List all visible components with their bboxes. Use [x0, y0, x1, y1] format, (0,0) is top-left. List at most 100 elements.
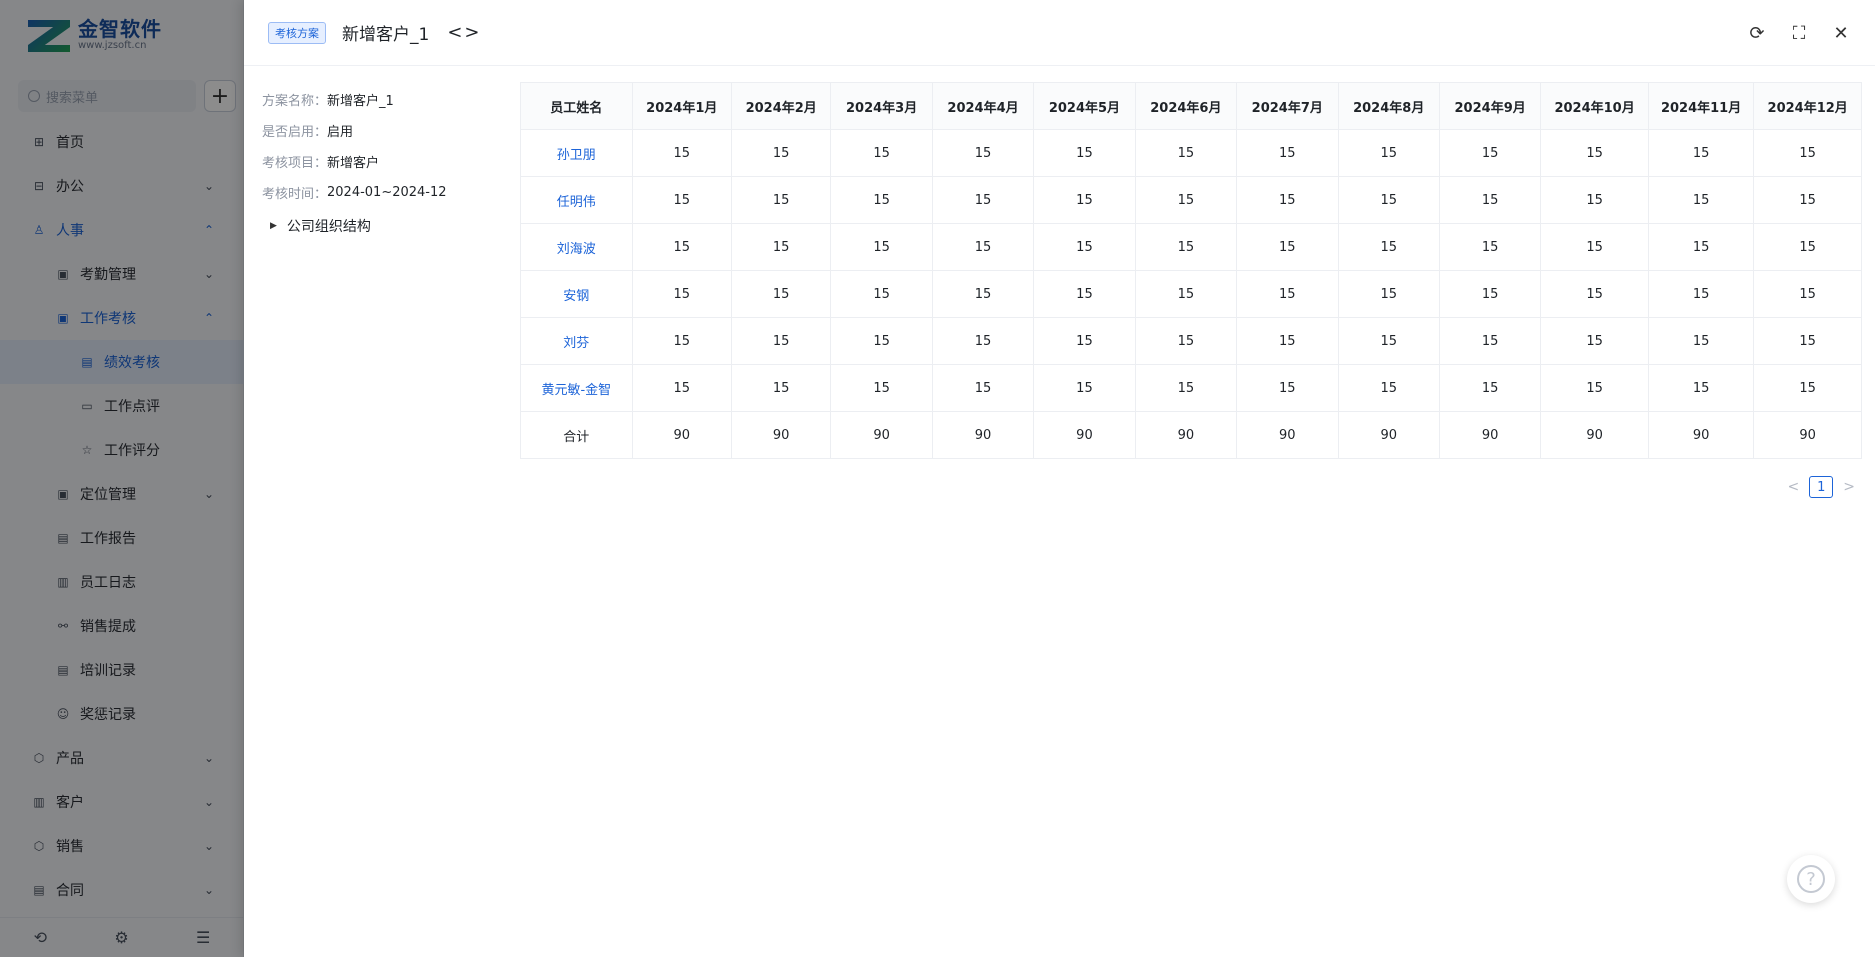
- score-cell: 15: [1337, 364, 1440, 412]
- info-row: 考核项目： 新增客户: [262, 146, 502, 177]
- score-cell: 15: [1540, 176, 1649, 224]
- score-cell: 15: [1438, 317, 1542, 365]
- info-label: 方案名称：: [262, 94, 328, 109]
- score-cell: 15: [1236, 129, 1339, 177]
- score-cell: 90: [1337, 411, 1440, 459]
- info-label: 考核项目：: [262, 156, 328, 171]
- score-cell: 15: [830, 223, 933, 271]
- table-row: 刘海波 15 15 15 15 15 15 15 15 15 15 15 15: [520, 223, 1862, 271]
- refresh-icon[interactable]: ⟳: [1747, 23, 1767, 44]
- score-cell: 15: [730, 317, 832, 365]
- score-cell: 90: [830, 411, 933, 459]
- overlay-mask[interactable]: [0, 0, 244, 957]
- score-cell: 15: [1033, 223, 1136, 271]
- score-cell: 15: [1236, 317, 1339, 365]
- score-cell: 15: [1033, 317, 1136, 365]
- score-cell: 15: [1540, 223, 1649, 271]
- column-header: 2024年3月: [830, 82, 933, 130]
- next-page-button[interactable]: >: [1843, 479, 1855, 495]
- score-cell: 15: [730, 129, 832, 177]
- score-cell: 15: [931, 176, 1035, 224]
- score-cell: 90: [1647, 411, 1755, 459]
- score-cell: 15: [1236, 270, 1339, 318]
- score-cell: 15: [1540, 270, 1649, 318]
- score-cell: 15: [730, 176, 832, 224]
- info-label: 是否启用：: [262, 125, 328, 140]
- table-row: 刘芬 15 15 15 15 15 15 15 15 15 15 15 15: [520, 317, 1862, 365]
- score-cell: 15: [1647, 364, 1755, 412]
- score-cell: 15: [931, 223, 1035, 271]
- score-cell: 15: [931, 317, 1035, 365]
- detail-drawer: 考核方案 新增客户_1 <> ⟳ ⛶ ✕ 方案名称： 新增客户_1 是否启用： 启用考…: [244, 0, 1875, 957]
- drawer-header: 考核方案 新增客户_1 <> ⟳ ⛶ ✕: [244, 0, 1875, 66]
- employee-name-link[interactable]: 孙卫朋: [520, 129, 633, 177]
- score-cell: 15: [1438, 223, 1542, 271]
- table-row: 安钢 15 15 15 15 15 15 15 15 15 15 15 15: [520, 270, 1862, 318]
- score-cell: 15: [1647, 176, 1755, 224]
- fullscreen-icon[interactable]: ⛶: [1789, 23, 1809, 44]
- column-header: 2024年1月: [631, 82, 732, 130]
- score-cell: 15: [1134, 270, 1238, 318]
- score-cell: 15: [1438, 364, 1542, 412]
- prev-next-arrows[interactable]: <>: [447, 22, 481, 43]
- table-header-row: 员工姓名 2024年1月 2024年2月 2024年3月 2024年4月 2024年5月 2…: [520, 82, 1862, 130]
- info-value: 新增客户_1: [327, 94, 394, 109]
- score-cell: 15: [1134, 129, 1238, 177]
- score-cell: 15: [1337, 270, 1440, 318]
- total-label: 合计: [520, 411, 633, 459]
- score-cell: 15: [1033, 176, 1136, 224]
- score-cell: 15: [1753, 317, 1862, 365]
- column-header: 2024年9月: [1438, 82, 1542, 130]
- score-cell: 15: [1753, 223, 1862, 271]
- score-cell: 15: [1540, 317, 1649, 365]
- info-value: 2024-01~2024-12: [327, 185, 447, 200]
- employee-name-link[interactable]: 安钢: [520, 270, 633, 318]
- score-cell: 15: [1647, 129, 1755, 177]
- score-cell: 15: [830, 317, 933, 365]
- score-cell: 15: [1438, 270, 1542, 318]
- employee-name-link[interactable]: 黄元敏-金智: [520, 364, 633, 412]
- employee-name-link[interactable]: 任明伟: [520, 176, 633, 224]
- score-cell: 15: [1438, 129, 1542, 177]
- score-cell: 15: [1753, 129, 1862, 177]
- info-label: 考核时间：: [262, 187, 328, 202]
- employee-name-link[interactable]: 刘海波: [520, 223, 633, 271]
- help-button[interactable]: ?: [1787, 855, 1835, 903]
- score-cell: 15: [1753, 270, 1862, 318]
- score-cell: 90: [1438, 411, 1542, 459]
- score-cell: 15: [1236, 223, 1339, 271]
- info-row: 是否启用： 启用: [262, 115, 502, 146]
- score-cell: 15: [631, 270, 732, 318]
- score-cell: 90: [931, 411, 1035, 459]
- score-table-wrapper: 员工姓名 2024年1月 2024年2月 2024年3月 2024年4月 2024年5月 2…: [520, 82, 1862, 459]
- page-number-current[interactable]: 1: [1809, 476, 1834, 498]
- info-row: 方案名称： 新增客户_1: [262, 84, 502, 115]
- employee-name-link[interactable]: 刘芬: [520, 317, 633, 365]
- score-cell: 15: [1337, 129, 1440, 177]
- score-cell: 15: [631, 223, 732, 271]
- score-cell: 90: [631, 411, 732, 459]
- column-header: 2024年11月: [1647, 82, 1755, 130]
- score-cell: 15: [631, 176, 732, 224]
- score-cell: 15: [1033, 129, 1136, 177]
- plan-info: 方案名称： 新增客户_1 是否启用： 启用 考核项目： 新增客户 考核时间： 2024-01~…: [262, 84, 502, 236]
- info-value: 启用: [327, 125, 354, 140]
- caret-right-icon[interactable]: ▶: [270, 221, 277, 231]
- close-icon[interactable]: ✕: [1831, 23, 1851, 44]
- table-row: 黄元敏-金智 15 15 15 15 15 15 15 15 15 15 15 15: [520, 364, 1862, 412]
- score-cell: 15: [730, 223, 832, 271]
- score-cell: 15: [1033, 270, 1136, 318]
- score-cell: 15: [730, 364, 832, 412]
- column-header: 2024年10月: [1540, 82, 1649, 130]
- org-tree-root[interactable]: ▶ 公司组织结构: [262, 216, 502, 236]
- score-cell: 90: [1540, 411, 1649, 459]
- column-header: 2024年2月: [730, 82, 832, 130]
- prev-page-button[interactable]: <: [1788, 479, 1800, 495]
- score-cell: 15: [1438, 176, 1542, 224]
- score-cell: 15: [631, 364, 732, 412]
- score-cell: 15: [1236, 364, 1339, 412]
- score-cell: 15: [1134, 223, 1238, 271]
- score-cell: 90: [730, 411, 832, 459]
- score-cell: 15: [1033, 364, 1136, 412]
- score-cell: 15: [1337, 223, 1440, 271]
